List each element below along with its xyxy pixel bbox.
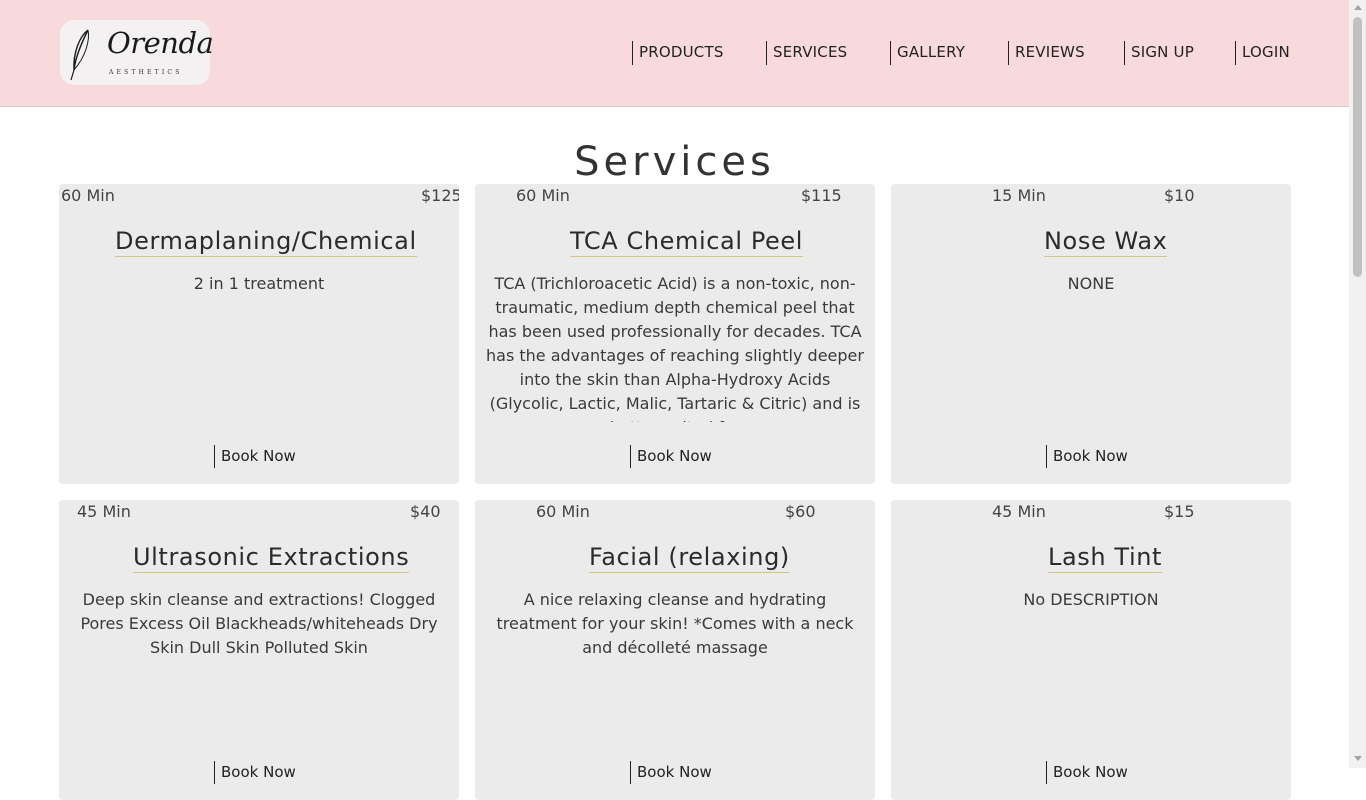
service-description: 2 in 1 treatment	[193, 274, 325, 293]
service-description: NONE	[1067, 274, 1115, 293]
service-card: 45 Min $40 Ultrasonic Extractions Deep s…	[59, 500, 459, 800]
service-price: $60	[785, 502, 816, 521]
book-now-button[interactable]: Book Now	[630, 445, 712, 468]
service-description: Deep skin cleanse and extractions! Clogg…	[80, 590, 438, 657]
service-card: 60 Min $115 TCA Chemical Peel TCA (Trich…	[475, 184, 875, 484]
service-duration: 60 Min	[516, 186, 570, 205]
service-description: TCA (Trichloroacetic Acid) is a non-toxi…	[486, 274, 864, 422]
book-now-button[interactable]: Book Now	[214, 445, 296, 468]
service-description: No DESCRIPTION	[1023, 590, 1159, 609]
scroll-down-arrow-icon[interactable]	[1354, 756, 1362, 761]
brand-logo[interactable]: Orenda AESTHETICS	[60, 20, 214, 85]
service-name: Lash Tint	[1048, 543, 1163, 573]
service-price: $15	[1164, 502, 1195, 521]
nav-sign-up[interactable]: SIGN UP	[1124, 41, 1194, 65]
feather-icon	[70, 29, 89, 81]
site-header: Orenda AESTHETICS PRODUCTS SERVICES GALL…	[0, 0, 1349, 107]
nav-gallery[interactable]: GALLERY	[890, 41, 965, 65]
page-scrollbar[interactable]	[1349, 0, 1366, 768]
service-card: 45 Min $15 Lash Tint No DESCRIPTION Book…	[891, 500, 1291, 800]
nav-products[interactable]: PRODUCTS	[632, 41, 724, 65]
brand-subtitle: AESTHETICS	[109, 69, 183, 76]
book-now-button[interactable]: Book Now	[1046, 761, 1128, 784]
nav-services[interactable]: SERVICES	[766, 41, 847, 65]
service-duration: 60 Min	[536, 502, 590, 521]
service-price: $115	[801, 186, 842, 205]
service-name: TCA Chemical Peel	[570, 227, 804, 257]
nav-reviews[interactable]: REVIEWS	[1008, 41, 1085, 65]
service-name: Facial (relaxing)	[589, 543, 790, 573]
service-price: $125	[421, 186, 459, 205]
service-name: Ultrasonic Extractions	[133, 543, 410, 573]
brand-name: Orenda	[107, 26, 214, 60]
service-card: 15 Min $10 Nose Wax NONE Book Now	[891, 184, 1291, 484]
service-duration: 15 Min	[992, 186, 1046, 205]
service-card: 60 Min $60 Facial (relaxing) A nice rela…	[475, 500, 875, 800]
service-name: Dermaplaning/Chemical	[115, 227, 417, 257]
service-duration: 45 Min	[992, 502, 1046, 521]
page-title: Services	[574, 138, 775, 185]
service-price: $40	[410, 502, 441, 521]
book-now-button[interactable]: Book Now	[630, 761, 712, 784]
nav-login[interactable]: LOGIN	[1235, 41, 1290, 65]
service-duration: 45 Min	[77, 502, 131, 521]
scrollbar-thumb[interactable]	[1353, 17, 1362, 277]
book-now-button[interactable]: Book Now	[214, 761, 296, 784]
book-now-button[interactable]: Book Now	[1046, 445, 1128, 468]
service-card: 60 Min $125 Dermaplaning/Chemical 2 in 1…	[59, 184, 459, 484]
service-duration: 60 Min	[61, 186, 115, 205]
service-price: $10	[1164, 186, 1195, 205]
scroll-up-arrow-icon[interactable]	[1354, 5, 1362, 10]
service-description: A nice relaxing cleanse and hydrating tr…	[496, 590, 854, 657]
service-name: Nose Wax	[1044, 227, 1168, 257]
